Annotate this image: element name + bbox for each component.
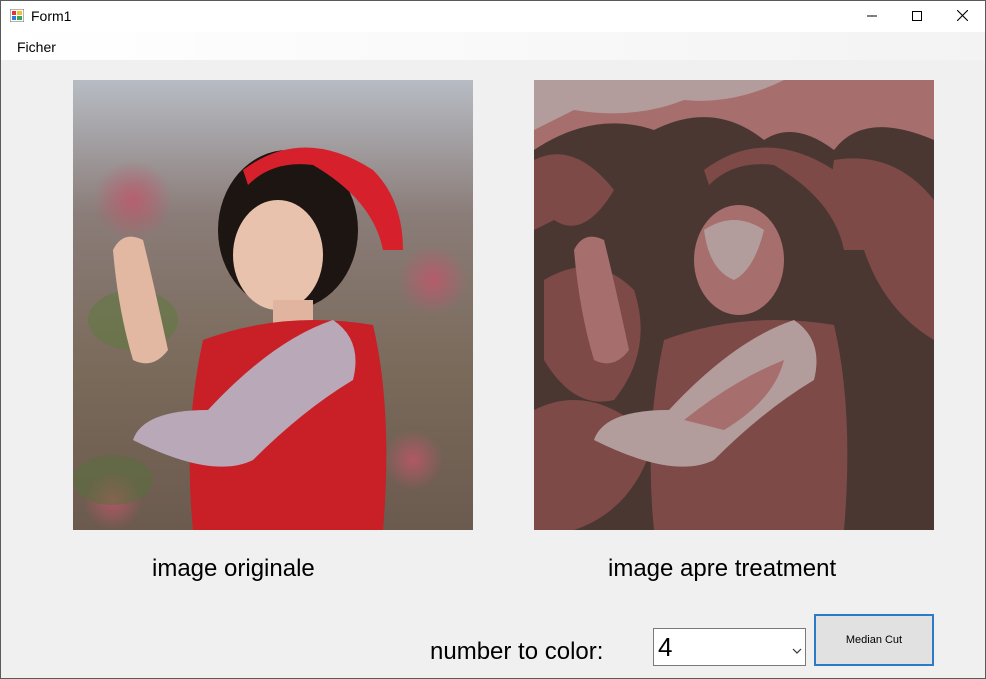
color-count-value: 4	[658, 632, 673, 662]
chevron-down-icon[interactable]	[792, 642, 802, 660]
maximize-icon	[912, 8, 922, 26]
menu-bar: Ficher	[1, 32, 985, 60]
median-cut-button-label: Median Cut	[845, 634, 903, 646]
title-bar[interactable]: Form1	[1, 1, 985, 32]
menu-item-ficher[interactable]: Ficher	[10, 36, 63, 58]
app-icon	[9, 8, 25, 23]
treated-image	[534, 80, 934, 530]
close-button[interactable]	[939, 1, 985, 32]
median-cut-button[interactable]: Median Cut	[814, 614, 934, 666]
number-to-color-label: number to color:	[430, 638, 604, 665]
original-image-caption: image originale	[152, 555, 315, 582]
close-icon	[956, 8, 968, 26]
color-count-combobox[interactable]: 4	[653, 628, 806, 666]
app-window: Form1 Ficher image originale image apre …	[0, 0, 986, 679]
treated-image-caption: image apre treatment	[608, 555, 837, 582]
original-image	[73, 80, 473, 530]
minimize-icon	[867, 8, 877, 26]
window-title: Form1	[31, 8, 72, 24]
maximize-button[interactable]	[894, 1, 940, 32]
minimize-button[interactable]	[849, 1, 895, 32]
